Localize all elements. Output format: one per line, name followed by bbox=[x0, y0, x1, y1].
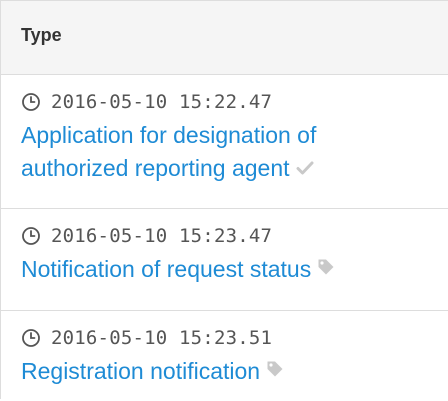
message-title[interactable]: Notification of request status bbox=[21, 256, 311, 282]
table-row: 2016-05-10 15:23.51 Registration notific… bbox=[1, 311, 448, 401]
timestamp: 2016-05-10 15:22.47 bbox=[51, 91, 273, 113]
message-title[interactable]: Application for designation of authorize… bbox=[21, 122, 316, 181]
table-header: Type bbox=[1, 0, 448, 75]
timestamp-line: 2016-05-10 15:23.47 bbox=[21, 223, 448, 249]
message-title-link[interactable]: Notification of request status bbox=[21, 253, 421, 286]
check-icon bbox=[296, 151, 314, 184]
message-title[interactable]: Registration notification bbox=[21, 358, 260, 384]
column-header-type[interactable]: Type bbox=[21, 25, 62, 46]
table-row: 2016-05-10 15:23.47 Notification of requ… bbox=[1, 209, 448, 311]
clock-icon bbox=[21, 328, 41, 348]
messages-table: Type 2016-05-10 15:22.47 Application for… bbox=[0, 0, 448, 399]
tag-icon bbox=[266, 354, 284, 387]
clock-icon bbox=[21, 226, 41, 246]
table-row: 2016-05-10 15:22.47 Application for desi… bbox=[1, 75, 448, 209]
message-title-link[interactable]: Registration notification bbox=[21, 355, 421, 388]
tag-icon bbox=[317, 252, 335, 285]
timestamp-line: 2016-05-10 15:22.47 bbox=[21, 89, 448, 115]
timestamp: 2016-05-10 15:23.51 bbox=[51, 327, 273, 349]
message-title-link[interactable]: Application for designation of authorize… bbox=[21, 119, 421, 185]
timestamp: 2016-05-10 15:23.47 bbox=[51, 225, 273, 247]
timestamp-line: 2016-05-10 15:23.51 bbox=[21, 325, 448, 351]
clock-icon bbox=[21, 92, 41, 112]
